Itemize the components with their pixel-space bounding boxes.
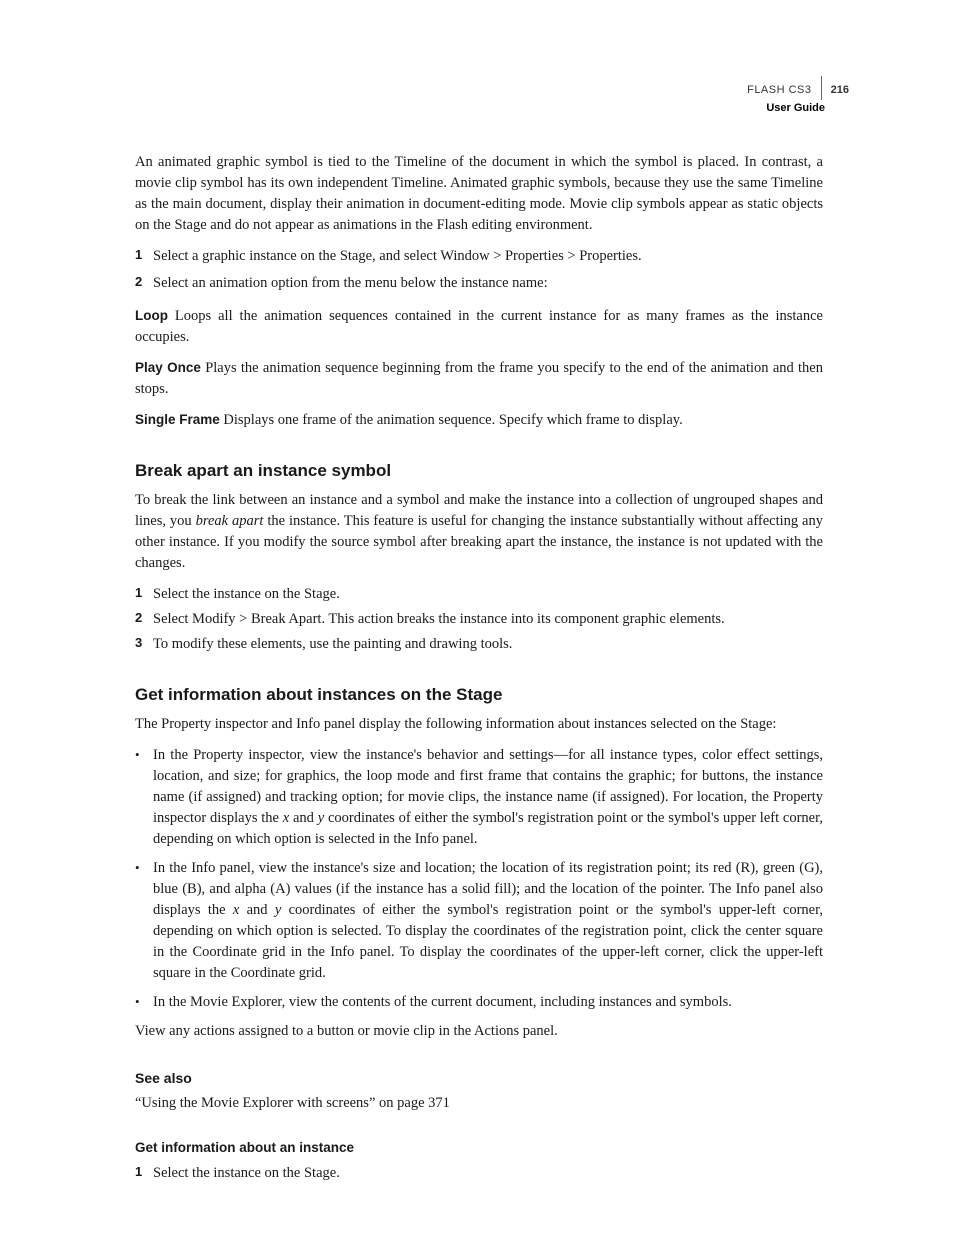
page-header: FLASH CS3 216 User Guide [747, 78, 849, 115]
intro-paragraph: An animated graphic symbol is tied to th… [135, 152, 823, 236]
bullet-text: In the Property inspector, view the inst… [153, 745, 823, 850]
step-item: 2 Select an animation option from the me… [135, 273, 823, 294]
heading-see-also: See also [135, 1068, 823, 1088]
step-number: 1 [135, 584, 153, 605]
bullet-item: • In the Movie Explorer, view the conten… [135, 992, 823, 1013]
page-content: An animated graphic symbol is tied to th… [135, 152, 823, 1190]
definition-single-frame: Single Frame Displays one frame of the a… [135, 410, 823, 431]
heading-break-apart: Break apart an instance symbol [135, 459, 823, 484]
bullet-text: In the Movie Explorer, view the contents… [153, 992, 823, 1013]
term-label: Loop [135, 308, 168, 323]
term-text: Displays one frame of the animation sequ… [220, 412, 683, 428]
closing-paragraph: View any actions assigned to a button or… [135, 1021, 823, 1042]
step-text: Select the instance on the Stage. [153, 1163, 823, 1184]
heading-get-information: Get information about instances on the S… [135, 683, 823, 708]
term-text: Loops all the animation sequences contai… [135, 308, 823, 345]
step-item: 1 Select a graphic instance on the Stage… [135, 246, 823, 267]
bullet-item: • In the Info panel, view the instance's… [135, 858, 823, 984]
step-number: 2 [135, 273, 153, 294]
see-also-link: “Using the Movie Explorer with screens” … [135, 1093, 823, 1114]
step-number: 1 [135, 246, 153, 267]
step-text: To modify these elements, use the painti… [153, 634, 823, 655]
get-info-intro: The Property inspector and Info panel di… [135, 714, 823, 735]
step-item: 1 Select the instance on the Stage. [135, 1163, 823, 1184]
term-text: Plays the animation sequence beginning f… [135, 360, 823, 397]
step-item: 2 Select Modify > Break Apart. This acti… [135, 609, 823, 630]
heading-get-info-instance: Get information about an instance [135, 1138, 823, 1158]
bullet-icon: • [135, 745, 153, 850]
term-label: Single Frame [135, 412, 220, 427]
header-divider [821, 76, 822, 100]
step-item: 1 Select the instance on the Stage. [135, 584, 823, 605]
term-label: Play Once [135, 360, 201, 375]
page-number: 216 [831, 83, 849, 97]
product-name: FLASH CS3 [747, 83, 811, 97]
step-text: Select Modify > Break Apart. This action… [153, 609, 823, 630]
emphasized-term: break apart [196, 513, 264, 529]
step-number: 2 [135, 609, 153, 630]
step-text: Select a graphic instance on the Stage, … [153, 246, 823, 267]
step-item: 3 To modify these elements, use the pain… [135, 634, 823, 655]
step-number: 3 [135, 634, 153, 655]
bullet-item: • In the Property inspector, view the in… [135, 745, 823, 850]
step-number: 1 [135, 1163, 153, 1184]
break-apart-paragraph: To break the link between an instance an… [135, 490, 823, 574]
definition-play-once: Play Once Plays the animation sequence b… [135, 358, 823, 400]
guide-label: User Guide [747, 101, 825, 115]
bullet-icon: • [135, 858, 153, 984]
step-text: Select the instance on the Stage. [153, 584, 823, 605]
bullet-text: In the Info panel, view the instance's s… [153, 858, 823, 984]
definition-loop: Loop Loops all the animation sequences c… [135, 306, 823, 348]
step-text: Select an animation option from the menu… [153, 273, 823, 294]
bullet-icon: • [135, 992, 153, 1013]
